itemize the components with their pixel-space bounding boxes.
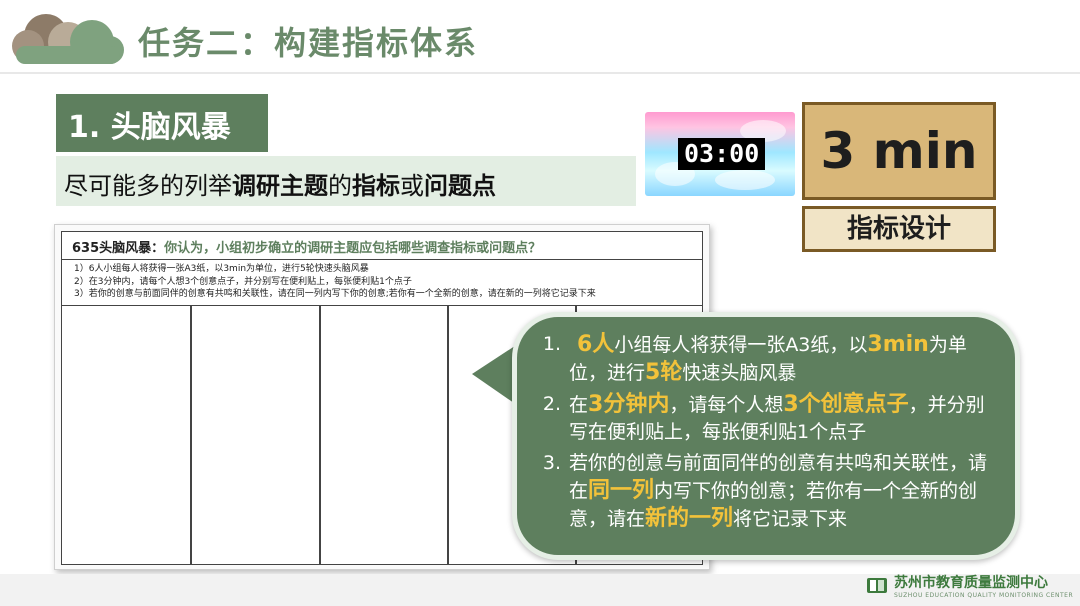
instruction-part: 尽可能多的列举 <box>64 172 232 200</box>
callout-list: 1. 6人小组每人将获得一张A3纸，以3min为单位，进行5轮快速头脑风暴 2.… <box>537 331 999 537</box>
callout-text: 在 <box>569 394 589 416</box>
timer-decoration <box>715 170 775 190</box>
cloud-icon <box>12 14 124 64</box>
callout-highlight: 6人 <box>577 332 615 357</box>
page-title: 任务二：构建指标体系 <box>138 24 479 62</box>
callout-highlight: 3min <box>867 332 929 357</box>
callout-item-number: 1. <box>542 333 561 355</box>
instruction-callout: 1. 6人小组每人将获得一张A3纸，以3min为单位，进行5轮快速头脑风暴 2.… <box>512 312 1020 560</box>
instruction-part: 的 <box>328 172 352 200</box>
callout-text: 小组每人将获得一张A3纸，以 <box>614 334 868 356</box>
duration-box: 3 min <box>802 102 996 200</box>
callout-highlight: 3分钟内 <box>588 392 670 417</box>
worksheet-rule: 1）6人小组每人将获得一张A3纸，以3min为单位，进行5轮快速头脑风暴 <box>74 264 369 274</box>
instruction-emphasis: 指标 <box>352 172 400 200</box>
countdown-timer: 03:00 <box>645 112 795 196</box>
callout-text: 将它记录下来 <box>733 508 848 530</box>
title-divider <box>0 72 1080 74</box>
callout-highlight: 同一列 <box>588 478 655 503</box>
worksheet-title-prefix: 635头脑风暴： <box>72 241 165 256</box>
instruction-emphasis: 调研主题 <box>232 172 328 200</box>
callout-item: 1. 6人小组每人将获得一张A3纸，以3min为单位，进行5轮快速头脑风暴 <box>537 331 999 387</box>
worksheet-column-divider <box>190 306 192 564</box>
worksheet-title: 635头脑风暴：你认为，小组初步确立的调研主题应包括哪些调查指标或问题点？ <box>62 232 702 260</box>
callout-item: 3. 若你的创意与前面同伴的创意有共鸣和关联性，请在同一列内写下你的创意；若你有… <box>537 450 999 533</box>
worksheet-column-divider <box>319 306 321 564</box>
instruction-text: 尽可能多的列举调研主题的指标或问题点 <box>56 156 636 206</box>
callout-item-number: 3. <box>542 452 561 474</box>
timer-display: 03:00 <box>678 138 766 170</box>
callout-item: 2. 在3分钟内，请每个人想3个创意点子，并分别写在便利贴上，每张便利贴1个点子 <box>537 391 999 446</box>
callout-item-text: 在3分钟内，请每个人想3个创意点子，并分别写在便利贴上，每张便利贴1个点子 <box>569 391 999 446</box>
callout-item-text: 6人小组每人将获得一张A3纸，以3min为单位，进行5轮快速头脑风暴 <box>569 331 999 387</box>
footer-org-name-en: SUZHOU EDUCATION QUALITY MONITORING CENT… <box>894 592 1074 599</box>
worksheet-rule: 2）在3分钟内，请每个人想3个创意点子，并分别写在便利贴上，每张便利贴1个点子 <box>74 276 412 287</box>
section-badge: 1. 头脑风暴 <box>56 94 268 152</box>
activity-label: 指标设计 <box>802 206 996 252</box>
callout-highlight: 3个创意点子 <box>783 392 909 417</box>
instruction-emphasis: 问题点 <box>424 172 496 200</box>
callout-text: ，请每个人想 <box>669 394 784 416</box>
book-logo-icon <box>867 578 887 593</box>
callout-text: 快速头脑风暴 <box>682 362 797 384</box>
worksheet-question: 你认为，小组初步确立的调研主题应包括哪些调查指标或问题点？ <box>164 241 542 256</box>
callout-item-text: 若你的创意与前面同伴的创意有共鸣和关联性，请在同一列内写下你的创意；若你有一个全… <box>569 450 999 533</box>
worksheet-column-divider <box>447 306 449 564</box>
callout-item-number: 2. <box>542 393 561 415</box>
worksheet-rules: 1）6人小组每人将获得一张A3纸，以3min为单位，进行5轮快速头脑风暴 2）在… <box>62 260 702 306</box>
footer-org-name: 苏州市教育质量监测中心 <box>894 575 1048 591</box>
callout-highlight: 5轮 <box>645 360 683 385</box>
worksheet-rule: 3）若你的创意与前面同伴的创意有共鸣和关联性，请在同一列内写下你的创意;若你有一… <box>74 289 596 299</box>
instruction-part: 或 <box>400 172 424 200</box>
callout-highlight: 新的一列 <box>645 506 734 531</box>
